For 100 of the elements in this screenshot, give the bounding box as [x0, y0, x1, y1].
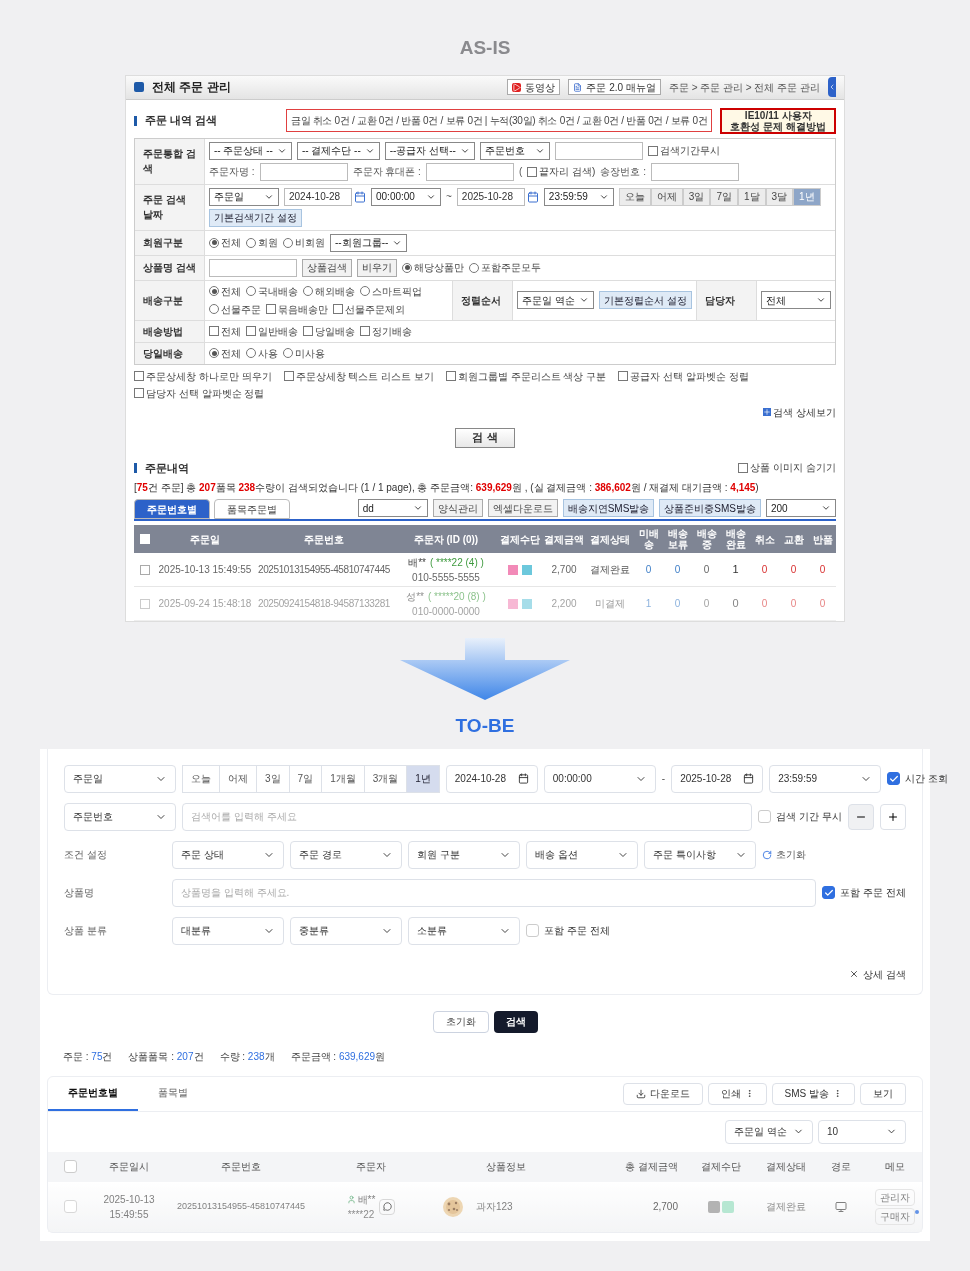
- dropdown[interactable]: --공급자 선택--: [384, 141, 475, 160]
- date-field[interactable]: 2025-10-28: [671, 764, 764, 793]
- dropdown[interactable]: 주문 상태: [172, 840, 284, 869]
- small-button[interactable]: 비우기: [357, 258, 397, 277]
- radio-button[interactable]: [283, 237, 293, 248]
- radio-button[interactable]: [209, 304, 219, 314]
- detail-search-toggle[interactable]: 상세 검색: [849, 966, 906, 982]
- toolbar-button[interactable]: SMS 발송: [771, 1082, 855, 1105]
- dropdown[interactable]: --회원그룹--: [330, 233, 408, 252]
- checkbox[interactable]: [333, 304, 343, 314]
- calendar-icon[interactable]: [354, 190, 366, 203]
- radio-button[interactable]: [209, 348, 219, 358]
- search-button[interactable]: 검색: [493, 1010, 538, 1033]
- date-field[interactable]: 2024-10-28: [284, 187, 352, 206]
- period-button[interactable]: 3달: [765, 187, 794, 206]
- remove-row-button[interactable]: [848, 803, 874, 830]
- checkbox[interactable]: [246, 326, 256, 336]
- setting-button[interactable]: 기본정렬순서 설정: [599, 291, 692, 309]
- period-button[interactable]: 3일: [682, 187, 711, 206]
- dropdown[interactable]: 주문 특이사항: [644, 840, 756, 869]
- buyer-name[interactable]: 배**: [357, 1191, 376, 1207]
- detail-search-link[interactable]: 검색 상세보기: [763, 404, 836, 420]
- chat-button[interactable]: [379, 1198, 396, 1215]
- dropdown[interactable]: 주문일: [209, 187, 279, 206]
- radio-button[interactable]: [209, 286, 219, 296]
- dropdown[interactable]: 주문번호: [479, 141, 550, 160]
- checkbox[interactable]: [134, 388, 144, 398]
- checkbox[interactable]: [445, 371, 456, 381]
- radio-button[interactable]: [246, 286, 256, 296]
- search-button[interactable]: 검 색: [455, 427, 515, 448]
- small-button[interactable]: 양식관리: [432, 499, 483, 517]
- checkbox[interactable]: [822, 886, 836, 899]
- checkbox[interactable]: [303, 326, 313, 336]
- period-button[interactable]: 1개월: [321, 764, 365, 793]
- setting-button[interactable]: 기본검색기간 설정: [209, 208, 302, 227]
- setting-button[interactable]: 배송지연SMS발송: [562, 499, 655, 517]
- list-tab[interactable]: 주문번호별: [48, 1076, 138, 1111]
- period-button[interactable]: 오늘: [618, 187, 651, 206]
- period-button[interactable]: 7일: [288, 764, 323, 793]
- help-button[interactable]: 동영상: [507, 79, 561, 95]
- toolbar-button[interactable]: 인쇄: [707, 1082, 767, 1105]
- radio-button[interactable]: [246, 348, 256, 358]
- dropdown[interactable]: 00:00:00: [371, 187, 441, 206]
- date-field[interactable]: 2024-10-28: [445, 764, 538, 793]
- checkbox[interactable]: [134, 371, 144, 381]
- setting-button[interactable]: 상품준비중SMS발송: [659, 499, 761, 517]
- buyer-name[interactable]: 성**: [406, 588, 424, 604]
- dropdown[interactable]: dd: [357, 499, 428, 517]
- small-button[interactable]: 엑셀다운로드: [487, 499, 558, 517]
- checkbox[interactable]: [283, 371, 294, 381]
- period-button[interactable]: 오늘: [182, 764, 220, 793]
- text-field[interactable]: [259, 162, 348, 181]
- list-tab[interactable]: 주문번호별: [134, 499, 210, 519]
- dropdown[interactable]: 대분류: [172, 916, 284, 945]
- search-field[interactable]: 검색어를 입력해 주세요: [182, 802, 753, 831]
- add-row-button[interactable]: [880, 803, 906, 830]
- checkbox[interactable]: [140, 564, 150, 575]
- reset-link[interactable]: 초기화: [762, 847, 806, 862]
- dropdown[interactable]: 주문 경로: [290, 840, 402, 869]
- checkbox[interactable]: [618, 371, 629, 381]
- text-field[interactable]: [209, 258, 297, 277]
- dropdown[interactable]: 23:59:59: [543, 187, 614, 206]
- period-button[interactable]: 3일: [256, 764, 290, 793]
- radio-button[interactable]: [283, 348, 293, 358]
- text-field[interactable]: [650, 162, 739, 181]
- dropdown[interactable]: 200: [766, 499, 836, 517]
- list-tab[interactable]: 품목주문별: [214, 499, 290, 519]
- small-button[interactable]: 상품검색: [302, 258, 352, 277]
- text-field[interactable]: [554, 141, 643, 160]
- checkbox[interactable]: [266, 304, 276, 314]
- dropdown[interactable]: 배송 옵션: [526, 840, 638, 869]
- reset-button[interactable]: 초기화: [432, 1010, 489, 1033]
- period-button[interactable]: 3개월: [363, 764, 408, 793]
- dropdown[interactable]: 중분류: [290, 916, 402, 945]
- calendar-icon[interactable]: [526, 190, 539, 203]
- radio-button[interactable]: [402, 262, 412, 273]
- side-tab[interactable]: [828, 77, 836, 97]
- checkbox[interactable]: [527, 166, 538, 177]
- dropdown[interactable]: 주문일 역순: [725, 1119, 813, 1144]
- checkbox[interactable]: [738, 462, 749, 473]
- dropdown[interactable]: -- 결제수단 --: [296, 141, 380, 160]
- toolbar-button[interactable]: 다운로드: [622, 1082, 703, 1105]
- dropdown[interactable]: 회원 구분: [408, 840, 520, 869]
- radio-button[interactable]: [469, 262, 479, 273]
- checkbox[interactable]: [360, 326, 370, 336]
- date-field[interactable]: 2025-10-28: [456, 187, 525, 206]
- checkbox[interactable]: [647, 145, 658, 156]
- period-button[interactable]: 7일: [710, 187, 738, 206]
- period-button[interactable]: 어제: [219, 764, 257, 793]
- radio-button[interactable]: [246, 237, 256, 248]
- dropdown[interactable]: 23:59:59: [769, 764, 882, 793]
- help-button[interactable]: 주문 2.0 매뉴얼: [568, 79, 661, 95]
- dropdown[interactable]: 10: [818, 1119, 906, 1144]
- period-button[interactable]: 1달: [737, 187, 766, 206]
- list-tab[interactable]: 품목별: [138, 1076, 208, 1111]
- buyer-name[interactable]: 배**: [408, 554, 426, 570]
- dropdown[interactable]: 주문일: [64, 764, 176, 793]
- memo-button[interactable]: 관리자: [875, 1188, 915, 1206]
- checkbox[interactable]: [63, 1160, 77, 1173]
- text-field[interactable]: [425, 162, 514, 181]
